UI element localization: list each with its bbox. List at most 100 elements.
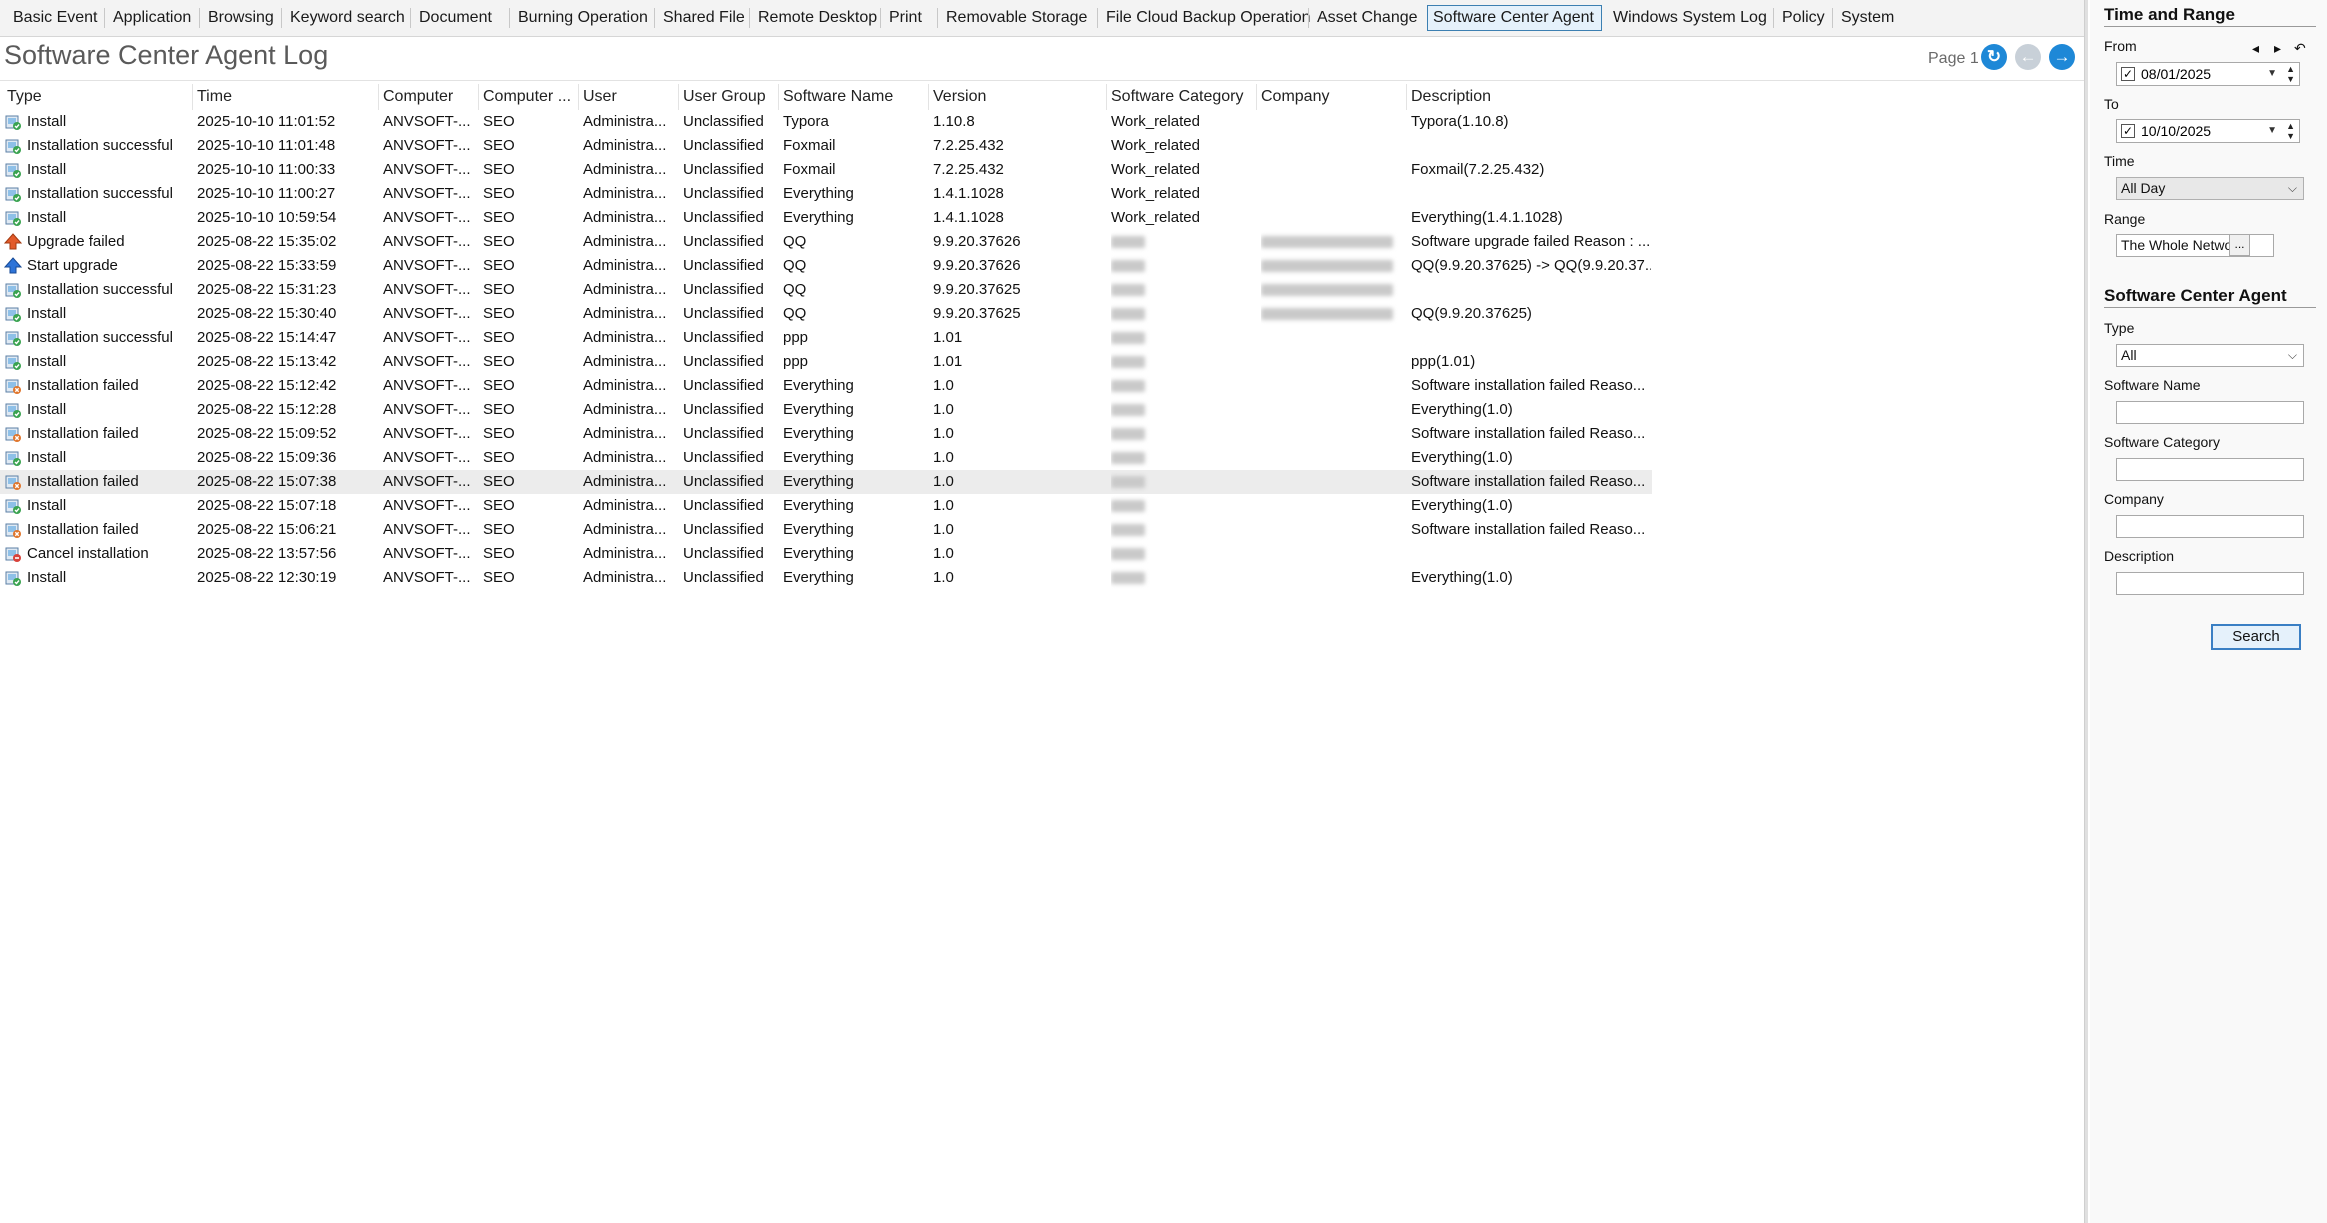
tab-system[interactable]: System bbox=[1836, 5, 1899, 31]
install-failed-icon bbox=[4, 377, 22, 395]
column-resize-handle[interactable] bbox=[192, 84, 193, 110]
column-resize-handle[interactable] bbox=[1406, 84, 1407, 110]
title-divider bbox=[0, 80, 2084, 81]
column-header-name[interactable]: Software Name bbox=[783, 84, 931, 110]
column-header-group[interactable]: User Group bbox=[683, 84, 779, 110]
column-header-category[interactable]: Software Category bbox=[1111, 84, 1259, 110]
calendar-dropdown-icon[interactable]: ▼ bbox=[2267, 120, 2277, 142]
column-header-type[interactable]: Type bbox=[7, 84, 192, 110]
column-header-user[interactable]: User bbox=[583, 84, 679, 110]
date-spinner-icon[interactable]: ▲ ▼ bbox=[2286, 64, 2295, 84]
cell-category bbox=[1111, 350, 1255, 374]
tab-shared-file[interactable]: Shared File bbox=[658, 5, 746, 31]
table-row[interactable]: Installation successful 2025-08-22 15:14:… bbox=[0, 326, 1652, 350]
tab-policy[interactable]: Policy bbox=[1777, 5, 1827, 31]
column-resize-handle[interactable] bbox=[1106, 84, 1107, 110]
type-select-value: All bbox=[2121, 347, 2137, 363]
tab-keyword-search[interactable]: Keyword search bbox=[285, 5, 407, 31]
tab-windows-system-log[interactable]: Windows System Log bbox=[1608, 5, 1767, 31]
previous-page-icon[interactable]: ← bbox=[2015, 44, 2041, 70]
next-period-icon[interactable]: ▸ bbox=[2274, 40, 2281, 57]
tab-burning-operation[interactable]: Burning Operation bbox=[513, 5, 651, 31]
software-name-input[interactable] bbox=[2116, 401, 2304, 424]
cell-computer: ANVSOFT-... bbox=[383, 233, 471, 250]
table-row[interactable]: Install 2025-08-22 12:30:19 ANVSOFT-... SEO… bbox=[0, 566, 1652, 590]
from-date-picker[interactable]: ✓ 08/01/2025 ▼ ▲ ▼ bbox=[2116, 62, 2300, 86]
tab-document[interactable]: Document bbox=[414, 5, 496, 31]
column-header-description[interactable]: Description bbox=[1411, 84, 1655, 110]
prev-period-icon[interactable]: ◂ bbox=[2252, 40, 2259, 57]
tab-remote-desktop[interactable]: Remote Desktop bbox=[753, 5, 877, 31]
table-row[interactable]: Install 2025-10-10 11:01:52 ANVSOFT-... SEO… bbox=[0, 110, 1652, 134]
table-row[interactable]: Install 2025-08-22 15:13:42 ANVSOFT-... SEO… bbox=[0, 350, 1652, 374]
column-resize-handle[interactable] bbox=[1256, 84, 1257, 110]
tab-removable-storage[interactable]: Removable Storage bbox=[941, 5, 1088, 31]
column-header-version[interactable]: Version bbox=[933, 84, 1109, 110]
column-resize-handle[interactable] bbox=[678, 84, 679, 110]
cell-description: QQ(9.9.20.37625) bbox=[1411, 305, 1532, 322]
cell-user: Administra... bbox=[583, 209, 667, 226]
table-row[interactable]: Install 2025-08-22 15:09:36 ANVSOFT-... SEO… bbox=[0, 446, 1652, 470]
date-spinner-icon[interactable]: ▲ ▼ bbox=[2286, 121, 2295, 141]
refresh-first-page-icon[interactable]: ↻ bbox=[1981, 44, 2007, 70]
redacted-value bbox=[1111, 548, 1145, 560]
tab-file-cloud-backup-operation[interactable]: File Cloud Backup Operation bbox=[1101, 5, 1311, 31]
tab-print[interactable]: Print bbox=[884, 5, 934, 31]
table-row[interactable]: Start upgrade 2025-08-22 15:33:59 ANVSOFT-… bbox=[0, 254, 1652, 278]
table-row[interactable]: Installation failed 2025-08-22 15:06:21 AN… bbox=[0, 518, 1652, 542]
tab-software-center-agent[interactable]: Software Center Agent bbox=[1427, 5, 1602, 31]
type-select[interactable]: All ⌵ bbox=[2116, 344, 2304, 367]
column-resize-handle[interactable] bbox=[578, 84, 579, 110]
next-page-icon[interactable]: → bbox=[2049, 44, 2075, 70]
redacted-value bbox=[1111, 356, 1145, 368]
to-label: To bbox=[2104, 96, 2119, 112]
table-row[interactable]: Installation successful 2025-10-10 11:01:… bbox=[0, 134, 1652, 158]
tab-separator bbox=[937, 8, 938, 28]
table-row[interactable]: Installation failed 2025-08-22 15:09:52 AN… bbox=[0, 422, 1652, 446]
tab-asset-change[interactable]: Asset Change bbox=[1312, 5, 1418, 31]
range-browse-button[interactable]: ... bbox=[2229, 234, 2250, 256]
tab-application[interactable]: Application bbox=[108, 5, 196, 31]
cell-group: Unclassified bbox=[683, 353, 764, 370]
redacted-value bbox=[1111, 380, 1145, 392]
cell-group: Unclassified bbox=[683, 521, 764, 538]
to-enabled-checkbox[interactable]: ✓ bbox=[2121, 124, 2135, 138]
install-failed-icon bbox=[4, 425, 22, 443]
column-header-company[interactable]: Company bbox=[1261, 84, 1409, 110]
time-label: Time bbox=[2104, 153, 2135, 169]
company-input[interactable] bbox=[2116, 515, 2304, 538]
tab-basic-event[interactable]: Basic Event bbox=[8, 5, 103, 31]
column-header-computer[interactable]: Computer bbox=[383, 84, 479, 110]
column-resize-handle[interactable] bbox=[778, 84, 779, 110]
table-row[interactable]: Installation failed 2025-08-22 15:07:38 AN… bbox=[0, 470, 1652, 494]
column-resize-handle[interactable] bbox=[478, 84, 479, 110]
column-header-computer2[interactable]: Computer ... bbox=[483, 84, 579, 110]
from-enabled-checkbox[interactable]: ✓ bbox=[2121, 67, 2135, 81]
panel-splitter[interactable] bbox=[2084, 0, 2088, 1223]
time-select[interactable]: All Day ⌵ bbox=[2116, 177, 2304, 200]
software-name-label: Software Name bbox=[2104, 377, 2201, 393]
table-row[interactable]: Installation successful 2025-10-10 11:00:… bbox=[0, 182, 1652, 206]
range-field[interactable]: The Whole Network bbox=[2116, 234, 2274, 257]
table-row[interactable]: Installation failed 2025-08-22 15:12:42 AN… bbox=[0, 374, 1652, 398]
table-row[interactable]: Install 2025-10-10 11:00:33 ANVSOFT-... SEO… bbox=[0, 158, 1652, 182]
description-input[interactable] bbox=[2116, 572, 2304, 595]
table-row[interactable]: Install 2025-10-10 10:59:54 ANVSOFT-... SEO… bbox=[0, 206, 1652, 230]
tab-browsing[interactable]: Browsing bbox=[203, 5, 278, 31]
table-row[interactable]: Install 2025-08-22 15:07:18 ANVSOFT-... SEO… bbox=[0, 494, 1652, 518]
reset-date-icon[interactable]: ↶ bbox=[2294, 40, 2306, 57]
table-row[interactable]: Install 2025-08-22 15:12:28 ANVSOFT-... SEO… bbox=[0, 398, 1652, 422]
table-row[interactable]: Upgrade failed 2025-08-22 15:35:02 ANVSOFT… bbox=[0, 230, 1652, 254]
table-row[interactable]: Installation successful 2025-08-22 15:31:… bbox=[0, 278, 1652, 302]
software-category-input[interactable] bbox=[2116, 458, 2304, 481]
to-date-picker[interactable]: ✓ 10/10/2025 ▼ ▲ ▼ bbox=[2116, 119, 2300, 143]
column-resize-handle[interactable] bbox=[378, 84, 379, 110]
redacted-value bbox=[1111, 260, 1145, 272]
calendar-dropdown-icon[interactable]: ▼ bbox=[2267, 63, 2277, 85]
table-row[interactable]: Install 2025-08-22 15:30:40 ANVSOFT-... SEO… bbox=[0, 302, 1652, 326]
column-header-time[interactable]: Time bbox=[197, 84, 377, 110]
table-row[interactable]: Cancel installation 2025-08-22 13:57:56 AN… bbox=[0, 542, 1652, 566]
column-resize-handle[interactable] bbox=[928, 84, 929, 110]
cell-type: Installation successful bbox=[27, 137, 173, 154]
search-button[interactable]: Search bbox=[2211, 624, 2301, 650]
